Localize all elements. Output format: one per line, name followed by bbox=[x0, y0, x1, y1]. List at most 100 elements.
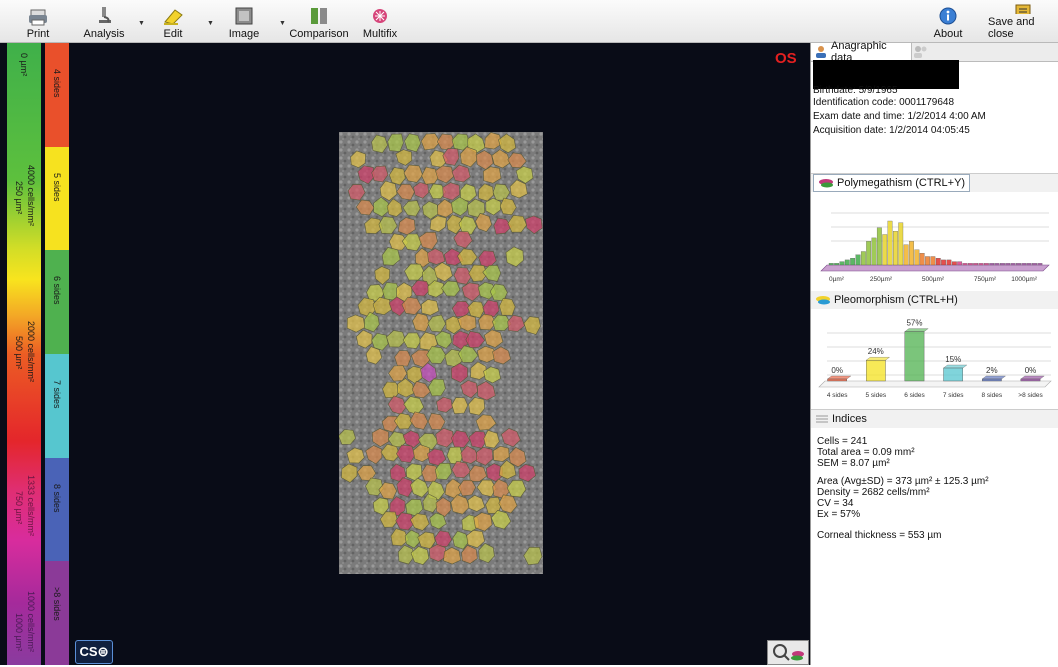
endothelial-cell bbox=[446, 446, 464, 465]
tab-anagraphic[interactable]: Anagraphic data bbox=[811, 40, 912, 64]
edit-dropdown-icon[interactable]: ▼ bbox=[207, 20, 214, 27]
area-color-scale: 0 µm² 4000 cells/mm² 250 µm² 2000 cells/… bbox=[7, 43, 41, 665]
save-close-button[interactable]: Save and close bbox=[988, 2, 1058, 40]
people-icon bbox=[914, 46, 927, 58]
sides-scale-segment: 4 sides bbox=[45, 43, 69, 147]
polymegathism-bar bbox=[1016, 263, 1021, 266]
polymegathism-icon bbox=[819, 179, 833, 188]
sides-scale-label: 6 sides bbox=[52, 276, 62, 305]
polymegathism-bar bbox=[1021, 263, 1027, 266]
pleomorphism-header[interactable]: Pleomorphism (CTRL+H) bbox=[811, 291, 1058, 309]
polymegathism-bar bbox=[919, 253, 925, 266]
side-panel: Anagraphic data Birthdate: 5/9/1965 Iden… bbox=[810, 40, 1058, 665]
tab-patient-list[interactable] bbox=[909, 43, 937, 60]
eye-label: OS bbox=[775, 50, 797, 67]
analysis-button[interactable]: Analysis bbox=[80, 2, 128, 40]
save-close-label: Save and close bbox=[988, 16, 1035, 40]
zoom-button[interactable] bbox=[767, 640, 809, 665]
pleomorphism-data-label: 0% bbox=[1025, 366, 1037, 375]
pleomorphism-icon bbox=[816, 296, 830, 305]
pleomorphism-category-label: 7 sides bbox=[943, 392, 964, 399]
multifix-label: Multifix bbox=[362, 28, 398, 40]
image-viewport[interactable]: 0 µm² 4000 cells/mm² 250 µm² 2000 cells/… bbox=[0, 43, 810, 665]
polymegathism-bar bbox=[876, 227, 882, 266]
polymegathism-bar bbox=[973, 263, 979, 266]
chart-floor bbox=[818, 380, 1052, 388]
polymegathism-bar bbox=[914, 249, 920, 266]
magnifier-icon bbox=[773, 644, 804, 661]
analysis-dropdown-icon[interactable]: ▼ bbox=[138, 20, 145, 27]
pleomorphism-category-label: 6 sides bbox=[904, 392, 925, 399]
pleomorphism-title: Pleomorphism (CTRL+H) bbox=[834, 294, 958, 306]
comparison-label: Comparison bbox=[289, 28, 349, 40]
identification-code: Identification code: 0001179648 bbox=[813, 97, 955, 108]
polymegathism-bar bbox=[1032, 263, 1037, 266]
sides-scale-label: 8 sides bbox=[52, 483, 62, 513]
polymegathism-bar bbox=[962, 263, 968, 266]
pleomorphism-bar-top bbox=[1020, 375, 1045, 380]
about-label: About bbox=[933, 28, 963, 40]
polymegathism-bar bbox=[828, 263, 834, 266]
image-dropdown-icon[interactable]: ▼ bbox=[279, 20, 286, 27]
acquisition-date: Acquisition date: 1/2/2014 04:05:45 bbox=[813, 125, 970, 136]
polymegathism-title: Polymegathism (CTRL+Y) bbox=[837, 177, 966, 189]
polymegathism-bar bbox=[882, 234, 888, 266]
sides-scale-segment: 6 sides bbox=[45, 250, 69, 354]
polymegathism-bar bbox=[850, 258, 856, 266]
polymegathism-bar bbox=[967, 263, 973, 266]
cso-logo: CS⊜ bbox=[75, 640, 113, 664]
toolbar: Print Analysis ▼ Edit ▼ Image ▼ Comparis… bbox=[0, 0, 1058, 43]
pleomorphism-bar bbox=[981, 378, 1002, 382]
polymegathism-bar bbox=[871, 237, 877, 266]
pleomorphism-bar bbox=[904, 331, 925, 382]
scale-label: 1000 cells/mm² bbox=[26, 591, 36, 653]
chart-floor bbox=[820, 264, 1050, 272]
comparison-icon bbox=[311, 8, 327, 24]
scale-label: 250 µm² bbox=[14, 181, 24, 215]
save-close-icon bbox=[1015, 4, 1031, 14]
polymegathism-bar bbox=[909, 241, 914, 266]
comparison-button[interactable]: Comparison bbox=[289, 2, 349, 40]
pleomorphism-bar-top bbox=[943, 364, 968, 369]
polymegathism-tick-label: 750µm² bbox=[974, 276, 997, 283]
pleomorphism-bar-top bbox=[981, 375, 1006, 380]
multifix-button[interactable]: Multifix bbox=[360, 2, 400, 40]
person-icon bbox=[816, 46, 826, 58]
pleomorphism-data-label: 0% bbox=[831, 366, 843, 375]
print-label: Print bbox=[26, 28, 50, 40]
polymegathism-bar bbox=[866, 241, 872, 266]
polymegathism-header[interactable]: Polymegathism (CTRL+Y) bbox=[811, 173, 1058, 192]
polymegathism-bar bbox=[983, 263, 989, 266]
edit-button[interactable]: Edit bbox=[156, 2, 190, 40]
sides-scale-segment: >8 sides bbox=[45, 561, 69, 665]
polymegathism-bar bbox=[1000, 263, 1005, 266]
printer-icon bbox=[29, 9, 47, 26]
cv-value: CV = 34 bbox=[817, 498, 854, 509]
info-globe-icon bbox=[939, 7, 957, 25]
scale-label: 0 µm² bbox=[19, 53, 29, 77]
scale-label: 750 µm² bbox=[14, 491, 24, 525]
pleomorphism-bar bbox=[1020, 378, 1041, 382]
endothelium-cell-image[interactable] bbox=[339, 132, 543, 574]
polymegathism-bar bbox=[898, 222, 904, 266]
polymegathism-bar bbox=[946, 259, 952, 266]
image-button[interactable]: Image bbox=[226, 2, 262, 40]
pleomorphism-bar bbox=[866, 360, 886, 382]
image-label: Image bbox=[228, 28, 260, 40]
polymegathism-bar bbox=[935, 258, 941, 266]
about-button[interactable]: About bbox=[930, 2, 966, 40]
cells-count: Cells = 241 bbox=[817, 436, 868, 447]
scale-label: 4000 cells/mm² bbox=[26, 165, 36, 227]
polymegathism-bar bbox=[1010, 263, 1016, 266]
print-button[interactable]: Print bbox=[20, 2, 56, 40]
scale-label: 2000 cells/mm² bbox=[26, 321, 36, 383]
sides-scale-segment: 8 sides bbox=[45, 457, 69, 562]
polymegathism-bar bbox=[834, 263, 840, 266]
pleomorphism-category-label: 8 sides bbox=[981, 392, 1002, 399]
scale-label: 1333 cells/mm² bbox=[26, 475, 36, 537]
polymegathism-bar bbox=[957, 261, 963, 266]
exam-date: Exam date and time: 1/2/2014 4:00 AM bbox=[813, 111, 986, 122]
density-value: Density = 2682 cells/mm² bbox=[817, 487, 930, 498]
scale-label: 500 µm² bbox=[14, 336, 24, 370]
sides-scale-segment: 7 sides bbox=[45, 354, 69, 458]
